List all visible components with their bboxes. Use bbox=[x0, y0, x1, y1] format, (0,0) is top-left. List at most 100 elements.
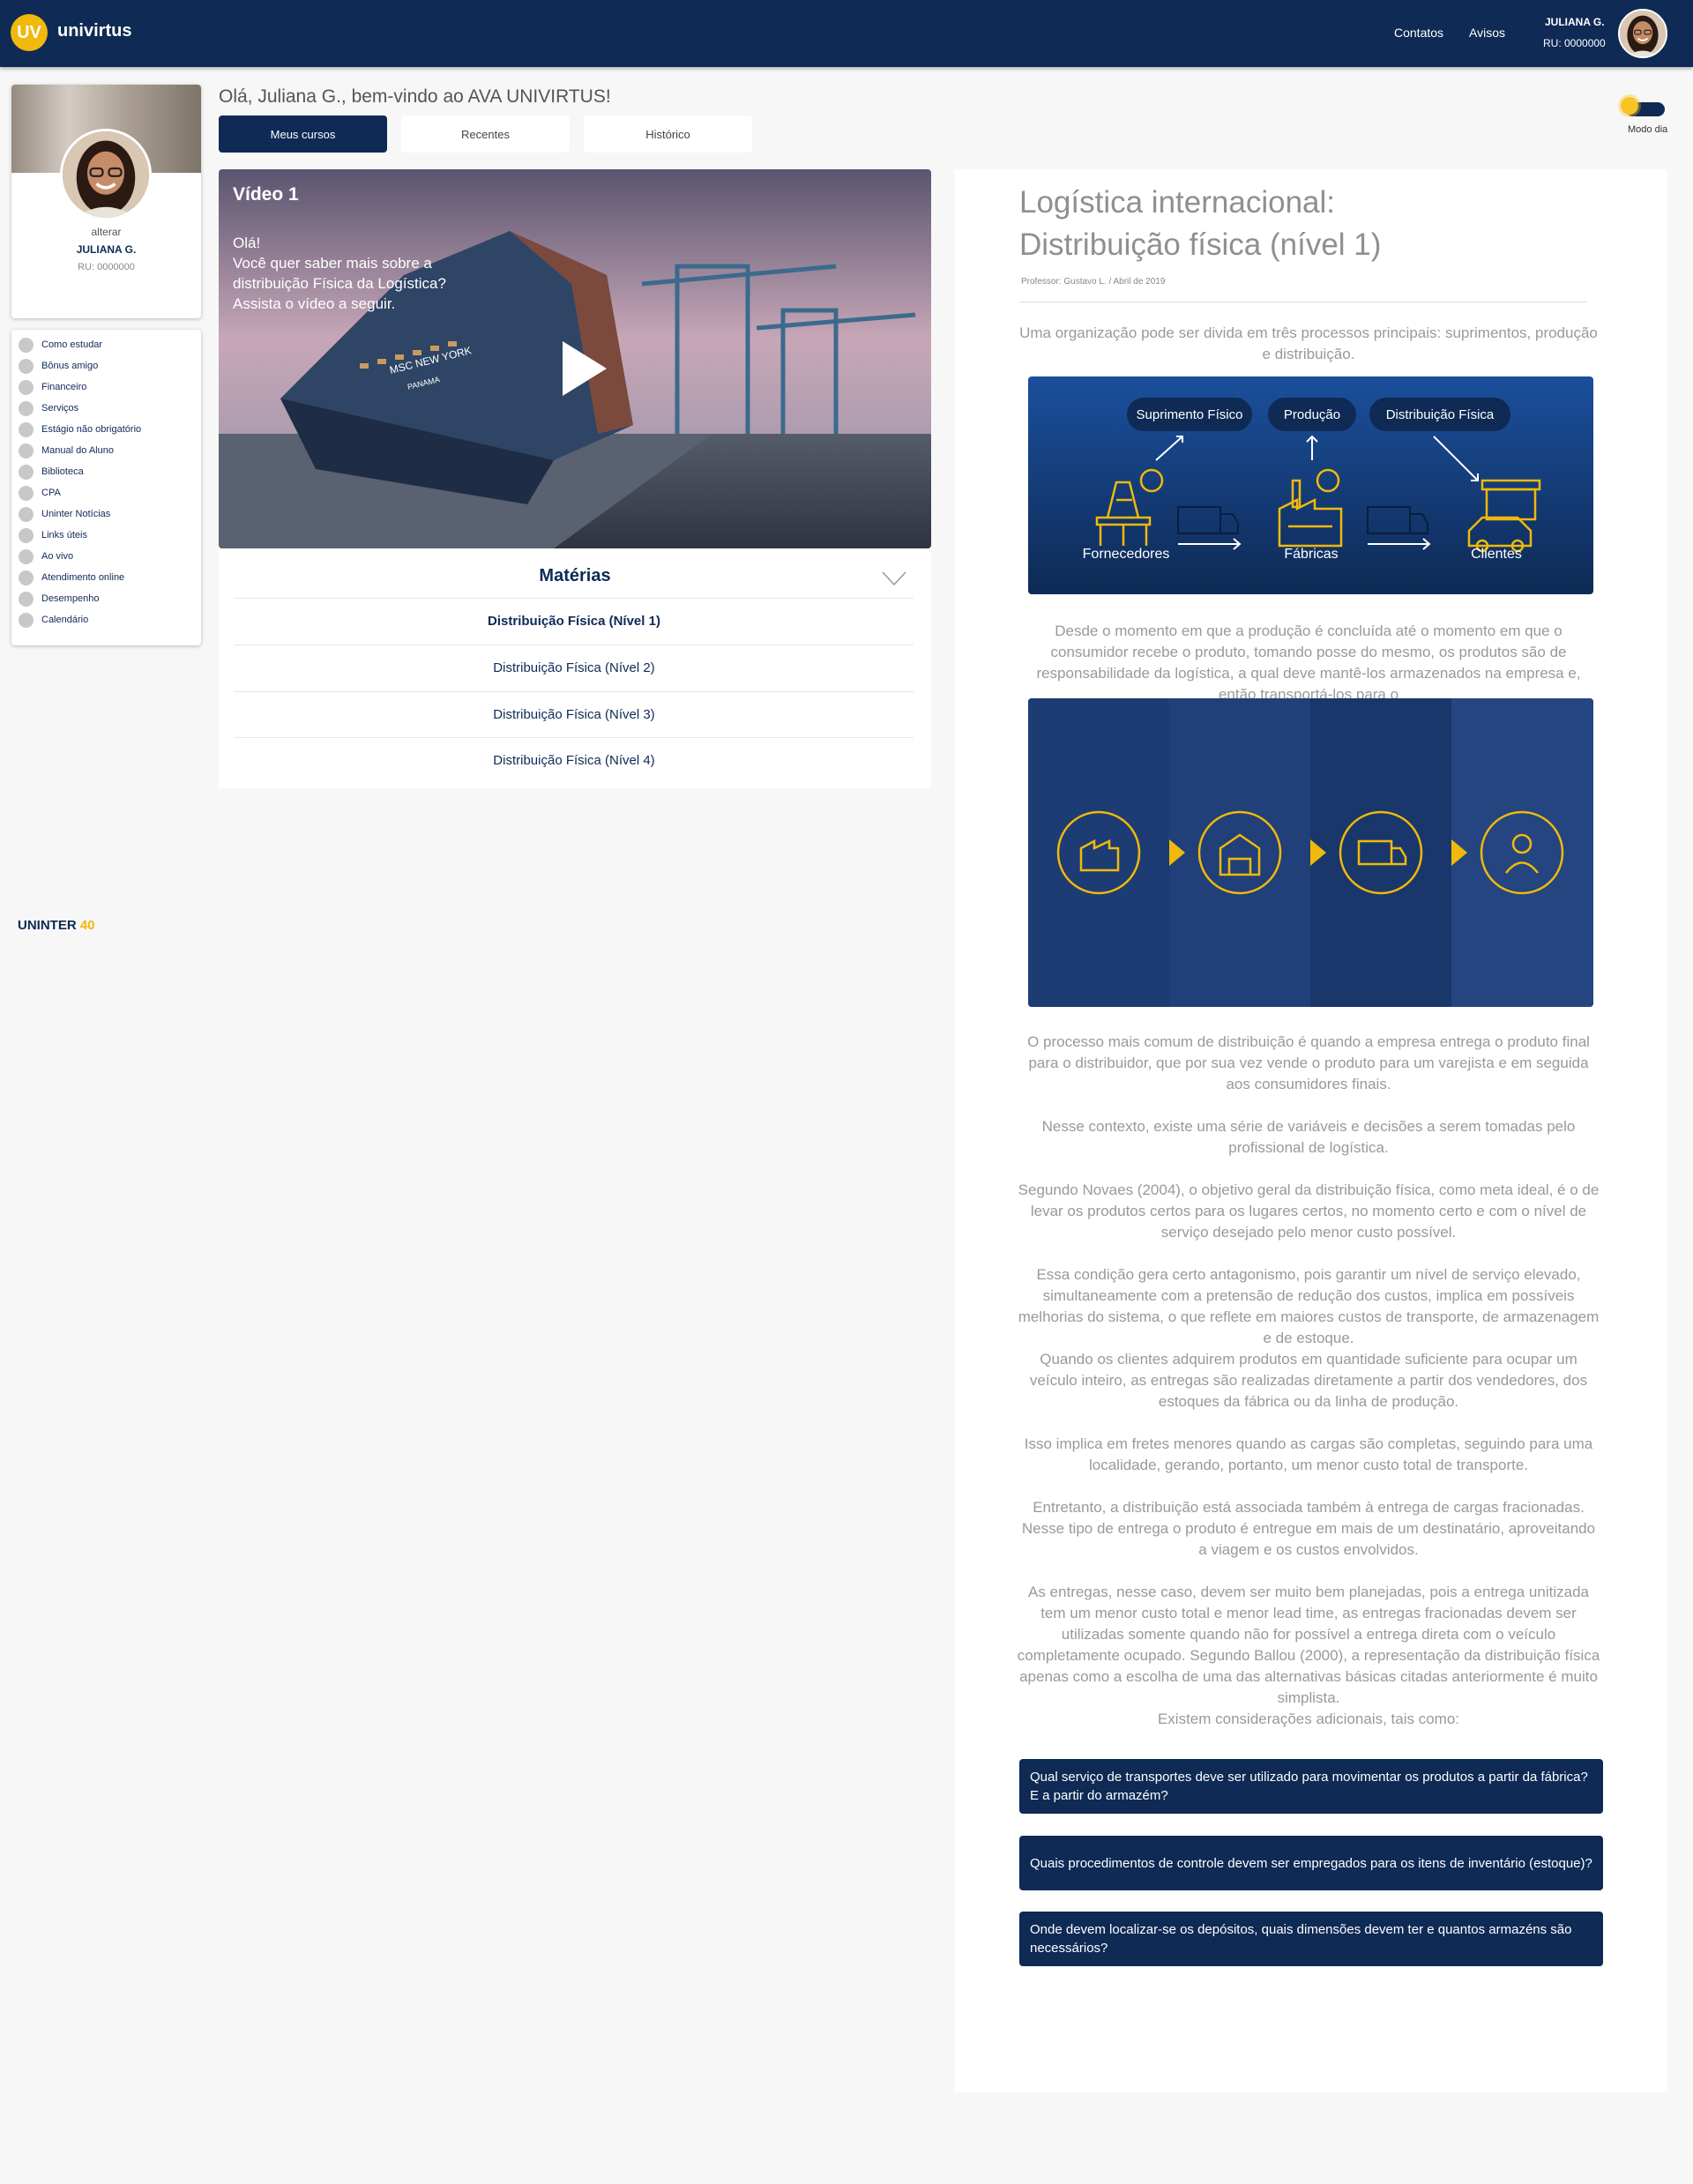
materias-title: Matérias bbox=[539, 566, 611, 585]
sidebar-item-links[interactable]: Links úteis bbox=[19, 526, 87, 544]
nav-avisos[interactable]: Avisos bbox=[1469, 26, 1505, 40]
materia-item[interactable]: Distribuição Física (Nível 2) bbox=[235, 645, 914, 690]
video-text: Olá! Você quer saber mais sobre a distri… bbox=[233, 235, 446, 312]
profile-name: JULIANA G. bbox=[76, 243, 137, 256]
sidebar-item-label: Bônus amigo bbox=[41, 361, 99, 371]
sidebar-item-servicos[interactable]: Serviços bbox=[19, 399, 78, 417]
top-bar: UV univirtus Contatos Avisos JULIANA G. … bbox=[0, 0, 1693, 67]
label-fabricas: Fábricas bbox=[1284, 547, 1339, 562]
uninter-logo-badge: 40 bbox=[79, 918, 95, 933]
article-intro: Uma organização pode ser divida em três … bbox=[1019, 324, 1598, 362]
profile-ru: RU: 0000000 bbox=[78, 262, 135, 272]
sidebar-item-cpa[interactable]: CPA bbox=[19, 484, 61, 502]
sidebar-item-label: Links úteis bbox=[41, 530, 87, 540]
article-paragraph: Nesse contexto, existe uma série de vari… bbox=[1041, 1118, 1576, 1156]
sidebar-item-desempenho[interactable]: Desempenho bbox=[19, 590, 99, 607]
article-paragraph: As entregas, nesse caso, devem ser muito… bbox=[1017, 1584, 1600, 1706]
univirtus-logo-icon[interactable]: UV bbox=[11, 14, 48, 51]
article-paragraph: O processo mais comum de distribuição é … bbox=[1027, 1033, 1590, 1092]
article-meta: Professor: Gustavo L. / Abril de 2019 bbox=[1021, 277, 1166, 287]
sidebar-item-label: Como estudar bbox=[41, 339, 103, 350]
uninter-logo[interactable]: UNINTER 40 bbox=[18, 918, 95, 933]
video-player[interactable]: MSC NEW YORK PANAMA Vídeo 1 Olá! Você qu… bbox=[219, 169, 931, 548]
play-icon[interactable] bbox=[563, 341, 607, 396]
sidebar-menu: Como estudar Bônus amigo Financeiro Serv… bbox=[11, 330, 201, 645]
uninter-logo-text: UNINTER bbox=[18, 918, 77, 933]
article-title: Logística internacional: Distribuição fí… bbox=[1019, 185, 1382, 262]
sidebar-item-estagio[interactable]: Estágio não obrigatório bbox=[19, 421, 141, 438]
process-diagram: Suprimento Físico Produção Distribuição … bbox=[1028, 376, 1593, 594]
sidebar-item-financeiro[interactable]: Financeiro bbox=[19, 378, 86, 396]
sidebar-item-ao-vivo[interactable]: Ao vivo bbox=[19, 548, 73, 565]
sidebar-item-label: Calendário bbox=[41, 615, 89, 625]
tab-recentes[interactable]: Recentes bbox=[401, 116, 570, 153]
menu-dot-icon bbox=[19, 400, 34, 416]
question-item[interactable]: Quais procedimentos de controle devem se… bbox=[1019, 1836, 1603, 1890]
article-paragraph: Desde o momento em que a produção é conc… bbox=[1036, 622, 1581, 703]
distribution-flow-art bbox=[1028, 698, 1593, 1007]
menu-dot-icon bbox=[19, 570, 34, 585]
menu-dot-icon bbox=[19, 421, 34, 437]
question-item[interactable]: Qual serviço de transportes deve ser uti… bbox=[1019, 1759, 1603, 1814]
materias-panel: Matérias Distribuição Física (Nível 1) D… bbox=[219, 548, 931, 788]
menu-dot-icon bbox=[19, 358, 34, 374]
sidebar-item-label: Estágio não obrigatório bbox=[41, 424, 142, 435]
top-user-name: JULIANA G. bbox=[1545, 16, 1605, 28]
menu-dot-icon bbox=[19, 464, 34, 480]
video-title: Vídeo 1 bbox=[233, 184, 299, 205]
profile-avatar[interactable] bbox=[60, 129, 152, 220]
pill-suprimento: Suprimento Físico bbox=[1127, 398, 1252, 431]
menu-dot-icon bbox=[19, 485, 34, 501]
sun-icon bbox=[1621, 97, 1638, 115]
sidebar-item-biblioteca[interactable]: Biblioteca bbox=[19, 463, 84, 481]
sidebar-item-label: Serviços bbox=[41, 403, 79, 414]
menu-dot-icon bbox=[19, 337, 34, 353]
mode-label: Modo dia bbox=[1628, 124, 1668, 135]
menu-dot-icon bbox=[19, 548, 34, 564]
article-paragraph: Segundo Novaes (2004), o objetivo geral … bbox=[1018, 1181, 1600, 1241]
menu-dot-icon bbox=[19, 506, 34, 522]
menu-dot-icon bbox=[19, 443, 34, 458]
sidebar-item-label: CPA bbox=[41, 488, 61, 498]
sidebar-item-label: Biblioteca bbox=[41, 466, 84, 477]
article-paragraph: Entretanto, a distribuição está associad… bbox=[1021, 1499, 1596, 1558]
sidebar-item-label: Desempenho bbox=[41, 593, 100, 604]
tab-historico[interactable]: Histórico bbox=[584, 116, 752, 153]
menu-dot-icon bbox=[19, 527, 34, 543]
materia-item[interactable]: Distribuição Física (Nível 1) bbox=[235, 598, 914, 644]
materia-item[interactable]: Distribuição Física (Nível 4) bbox=[235, 737, 914, 783]
sidebar-item-calendario[interactable]: Calendário bbox=[19, 611, 88, 629]
greeting: Olá, Juliana G., bem-vindo ao AVA UNIVIR… bbox=[219, 86, 611, 107]
article-paragraph: Existem considerações adicionais, tais c… bbox=[1157, 1711, 1460, 1727]
tab-meus-cursos[interactable]: Meus cursos bbox=[219, 116, 387, 153]
top-user-ru: RU: 0000000 bbox=[1543, 37, 1606, 49]
pill-producao: Produção bbox=[1268, 398, 1356, 431]
sidebar-item-como-estudar[interactable]: Como estudar bbox=[19, 336, 102, 354]
article-paragraph: Quando os clientes adquirem produtos em … bbox=[1029, 1351, 1588, 1410]
sidebar-item-label: Financeiro bbox=[41, 382, 87, 392]
store-car-icon bbox=[1467, 479, 1541, 553]
distribution-flow-image bbox=[1028, 698, 1593, 1007]
top-avatar[interactable] bbox=[1618, 9, 1667, 58]
question-item[interactable]: Onde devem localizar-se os depósitos, qu… bbox=[1019, 1912, 1603, 1966]
sidebar-item-manual[interactable]: Manual do Aluno bbox=[19, 442, 114, 459]
oil-rig-icon bbox=[1095, 468, 1164, 546]
sidebar-item-label: Ao vivo bbox=[41, 551, 74, 562]
sidebar-item-noticias[interactable]: Uninter Notícias bbox=[19, 505, 110, 523]
sidebar-item-label: Atendimento online bbox=[41, 572, 125, 583]
article-panel: Logística internacional: Distribuição fí… bbox=[955, 169, 1667, 2092]
label-clientes: Clientes bbox=[1471, 547, 1522, 562]
chevron-down-icon[interactable] bbox=[882, 571, 906, 585]
profile-alter-link[interactable]: alterar bbox=[11, 226, 201, 238]
logo-text[interactable]: univirtus bbox=[57, 21, 131, 41]
profile-card: alterar JULIANA G. RU: 0000000 bbox=[11, 85, 201, 318]
sidebar-item-atendimento[interactable]: Atendimento online bbox=[19, 569, 124, 586]
nav-contatos[interactable]: Contatos bbox=[1394, 26, 1443, 40]
menu-dot-icon bbox=[19, 379, 34, 395]
menu-dot-icon bbox=[19, 612, 34, 628]
article-paragraph: Essa condição gera certo antagonismo, po… bbox=[1018, 1266, 1600, 1346]
materia-item[interactable]: Distribuição Física (Nível 3) bbox=[235, 691, 914, 737]
article-paragraph: Isso implica em fretes menores quando as… bbox=[1024, 1435, 1593, 1473]
sidebar-item-label: Manual do Aluno bbox=[41, 445, 114, 456]
sidebar-item-bonus-amigo[interactable]: Bônus amigo bbox=[19, 357, 98, 375]
